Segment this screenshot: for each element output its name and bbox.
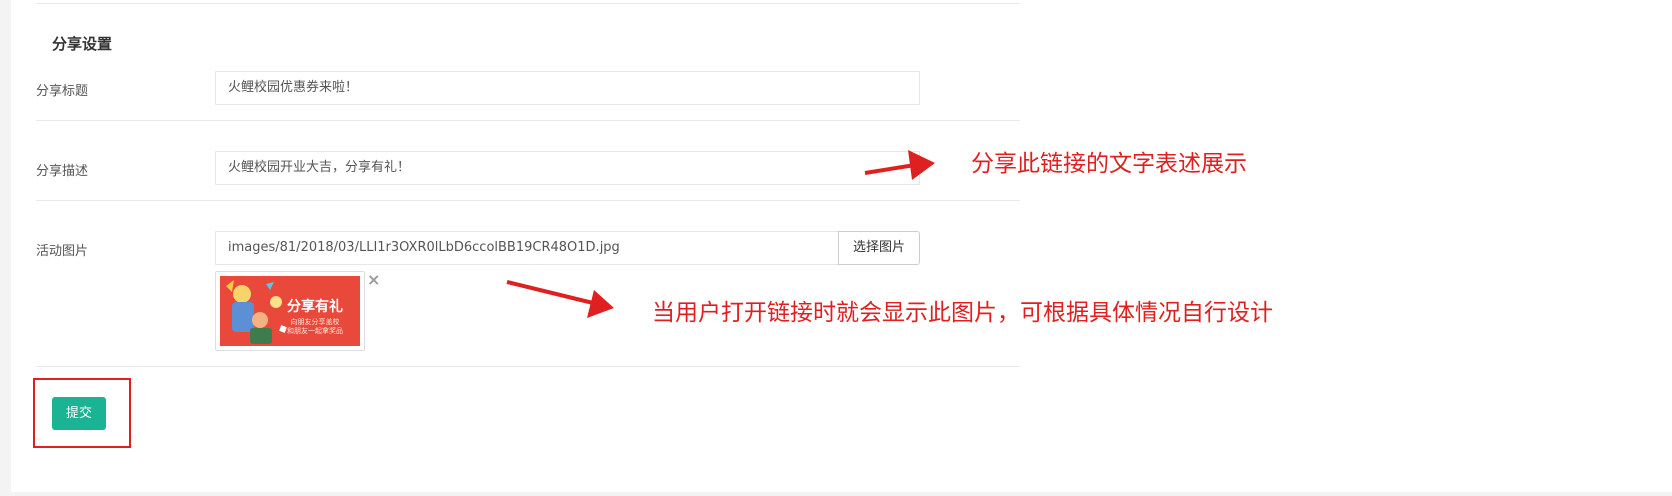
annotation-desc-note: 分享此链接的文字表述展示 <box>971 151 1247 177</box>
arrow-head-image <box>587 290 614 318</box>
annotation-image-note: 当用户打开链接时就会显示此图片，可根据具体情况自行设计 <box>652 300 1273 326</box>
arrow-head-desc <box>908 150 935 180</box>
arrow-line-image <box>506 280 594 305</box>
annotation-arrows <box>506 150 935 318</box>
arrow-line-desc <box>864 163 916 175</box>
